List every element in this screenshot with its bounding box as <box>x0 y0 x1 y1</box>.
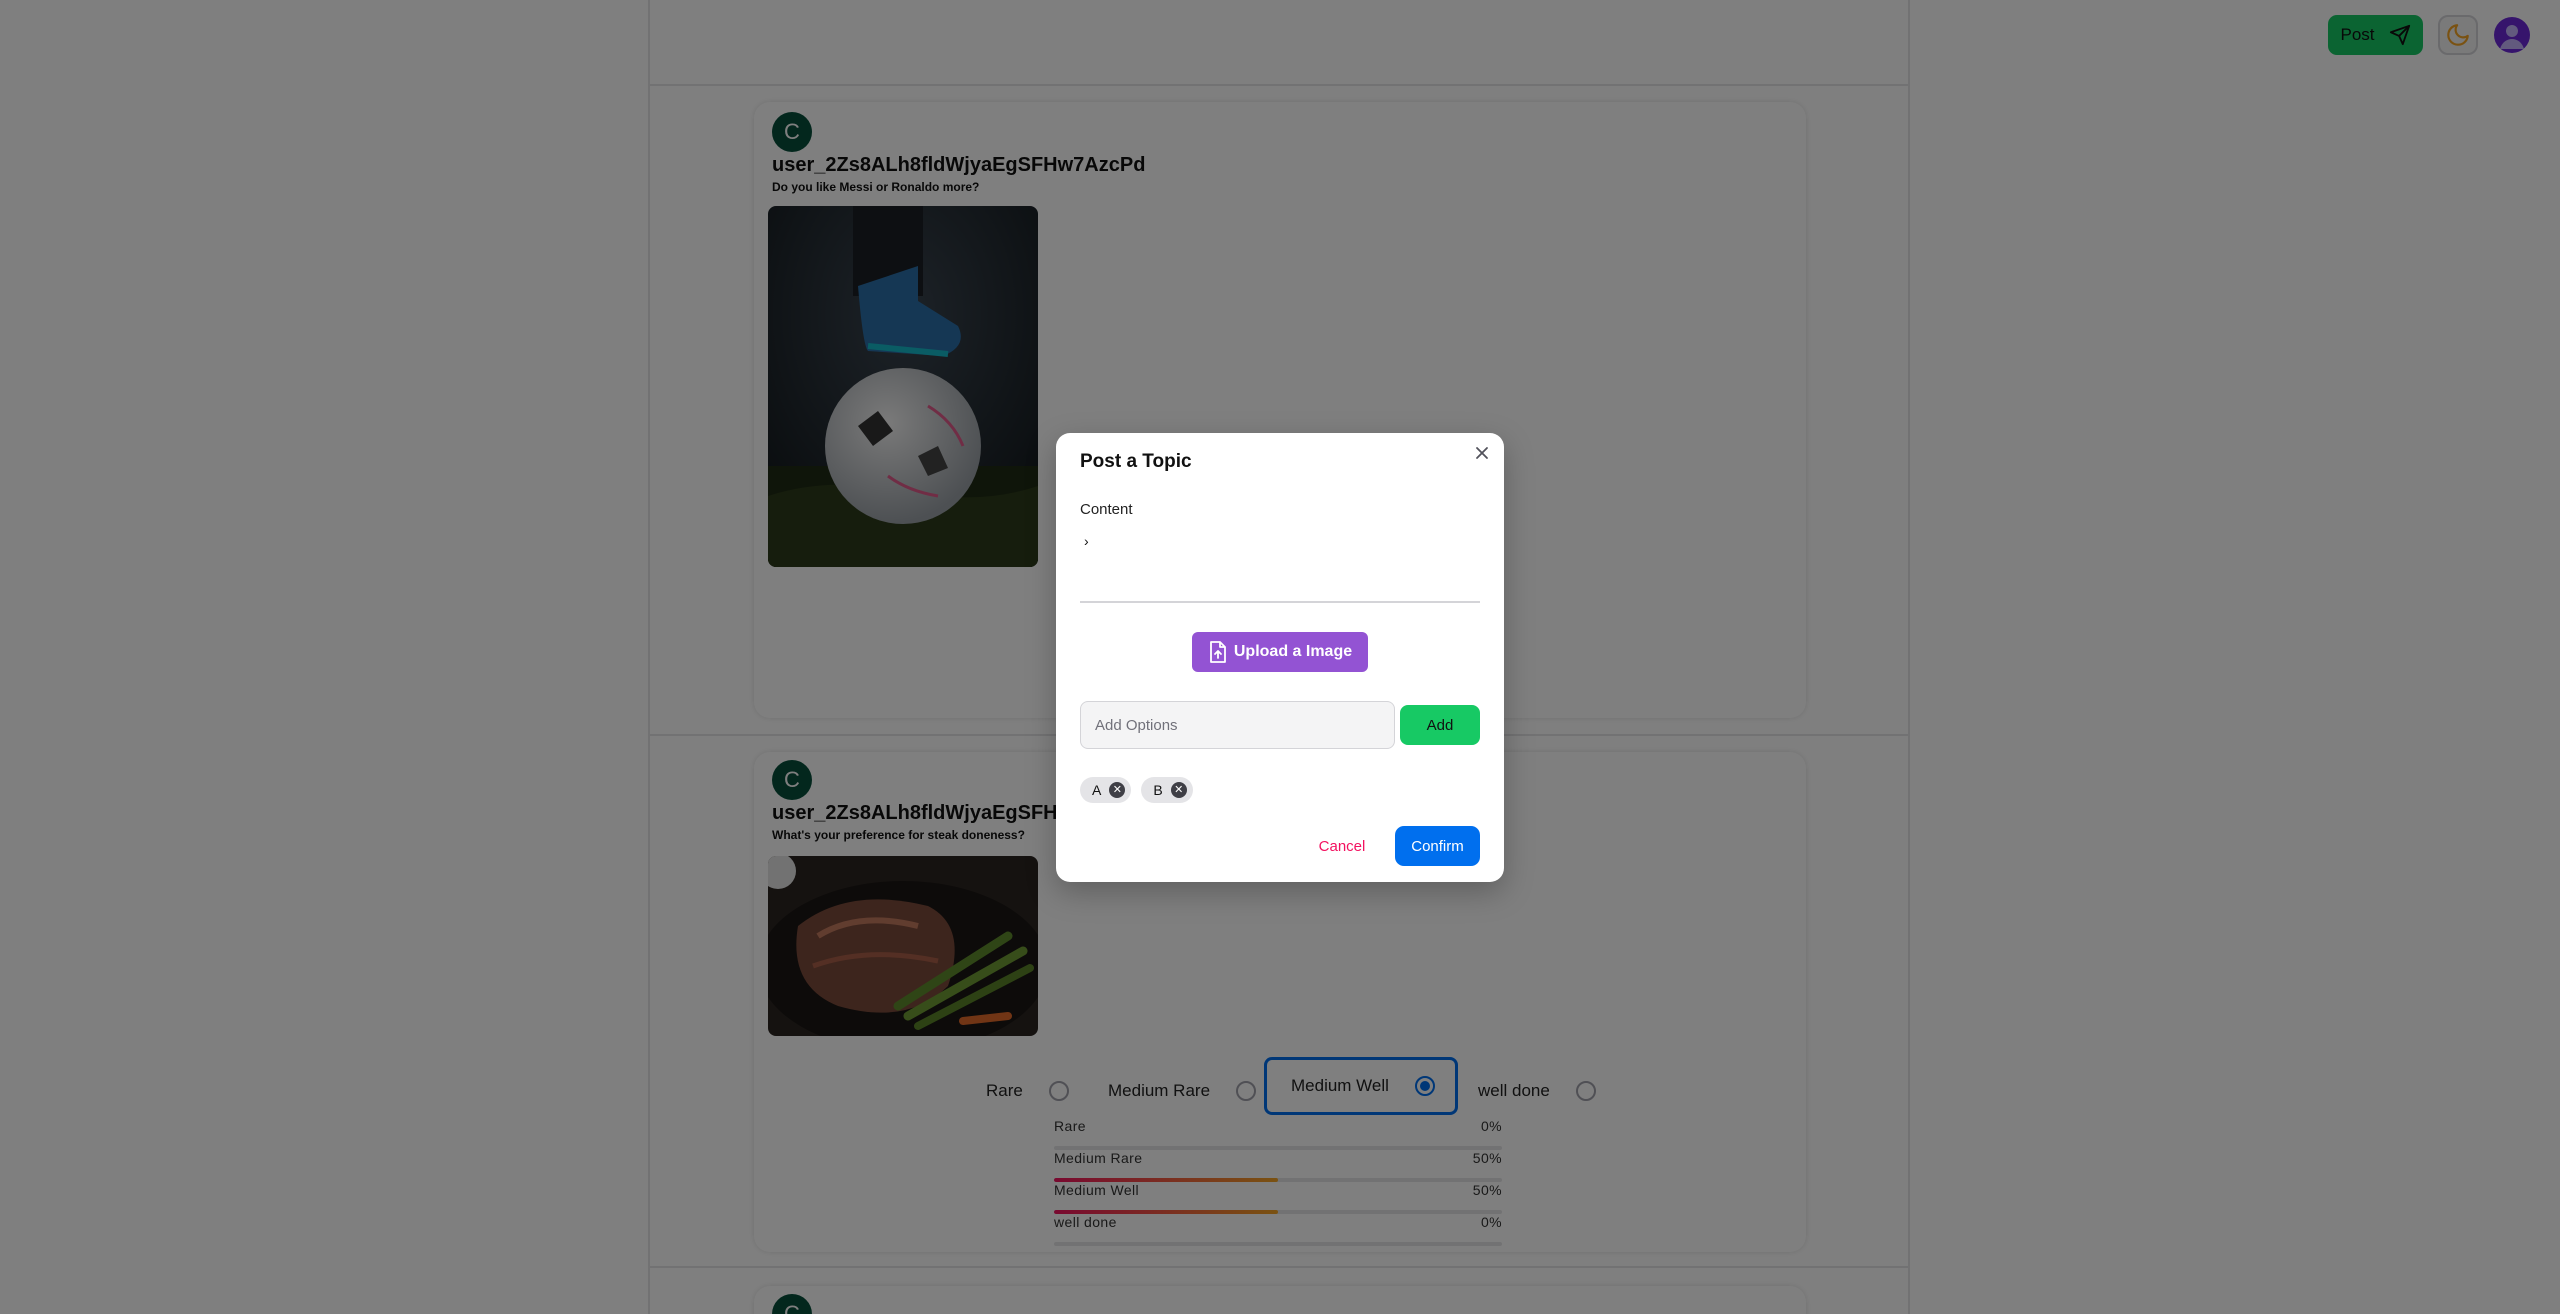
cancel-button[interactable]: Cancel <box>1312 826 1372 866</box>
option-chip: A ✕ <box>1080 777 1132 803</box>
modal-title: Post a Topic <box>1080 451 1192 472</box>
content-label: Content <box>1080 501 1133 518</box>
option-chip-label: A <box>1092 782 1102 798</box>
option-chip-label: B <box>1153 782 1163 798</box>
remove-chip-icon[interactable]: ✕ <box>1109 782 1126 798</box>
content-textarea[interactable]: › <box>1080 527 1480 603</box>
file-upload-icon <box>1209 641 1226 663</box>
add-options-input[interactable] <box>1080 701 1395 749</box>
option-chip: B ✕ <box>1141 777 1193 803</box>
upload-image-button[interactable]: Upload a Image <box>1192 632 1368 672</box>
option-chips: A ✕ B ✕ <box>1080 777 1193 803</box>
upload-image-label: Upload a Image <box>1233 643 1353 660</box>
confirm-button[interactable]: Confirm <box>1395 826 1480 866</box>
post-topic-modal: Post a Topic Content › Upload a Image Ad… <box>1056 433 1504 882</box>
content-value: › <box>1084 533 1089 549</box>
close-icon[interactable] <box>1472 443 1492 463</box>
add-option-button[interactable]: Add <box>1400 705 1480 745</box>
remove-chip-icon[interactable]: ✕ <box>1170 782 1187 798</box>
